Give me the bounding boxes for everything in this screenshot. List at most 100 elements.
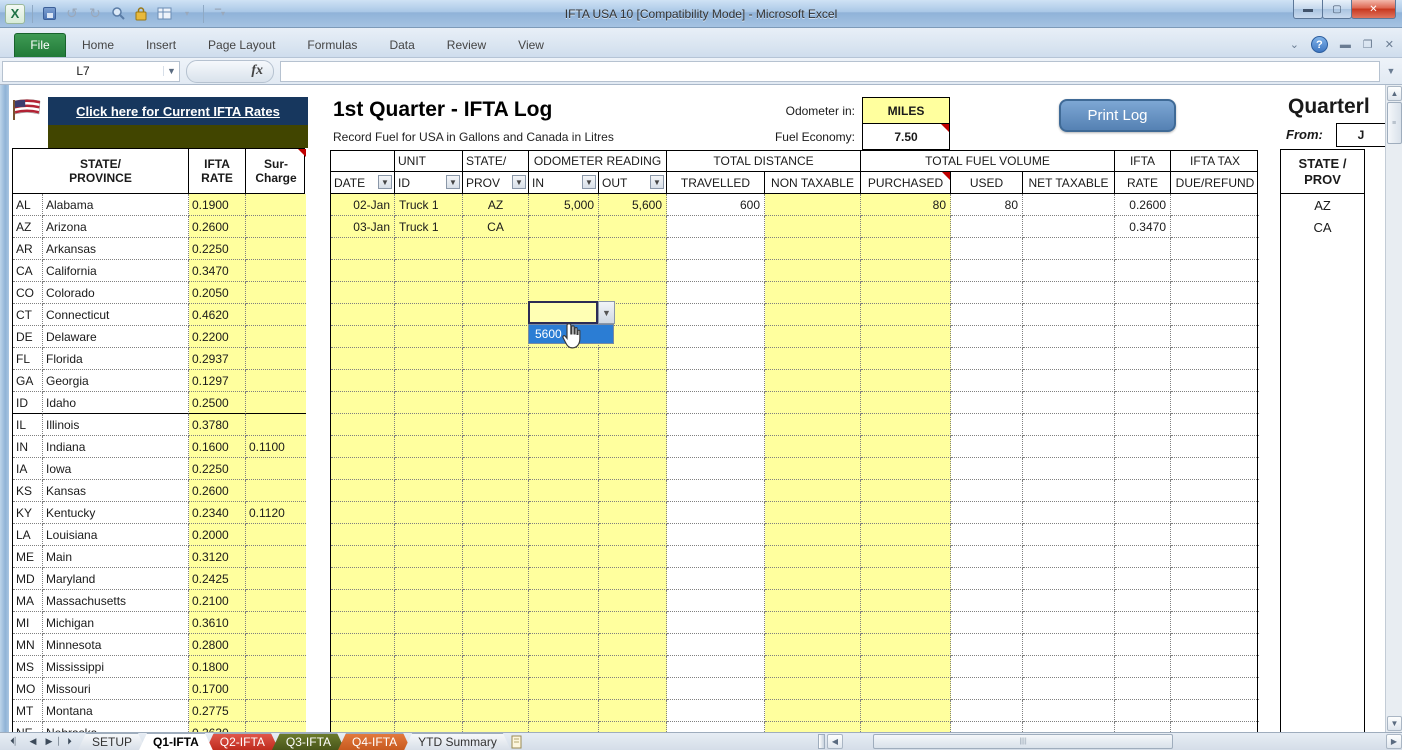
non-taxable-cell[interactable] [765,700,861,722]
insert-function-button[interactable]: fx [186,60,274,83]
help-icon[interactable]: ? [1311,36,1328,53]
table-row[interactable] [330,392,1258,414]
table-row[interactable] [330,700,1258,722]
rate-cell[interactable] [1115,524,1171,546]
surcharge-cell[interactable] [246,458,306,480]
odometer-in-cell[interactable] [529,238,599,260]
odometer-in-cell[interactable] [529,216,599,238]
unit-cell[interactable] [395,348,463,370]
state-code-cell[interactable]: CO [13,282,43,304]
date-cell[interactable] [331,568,395,590]
state-code-cell[interactable]: KS [13,480,43,502]
state-name-cell[interactable]: Minnesota [43,634,189,656]
filter-dropdown-icon[interactable]: ▼ [378,175,392,189]
tax-due-cell[interactable] [1171,194,1259,216]
travelled-cell[interactable] [667,524,765,546]
rate-cell[interactable]: 0.3780 [189,414,246,436]
unit-cell[interactable] [395,480,463,502]
state-name-cell[interactable]: Indiana [43,436,189,458]
fuel-economy-cell[interactable]: 7.50 [862,124,950,150]
odometer-out-cell[interactable] [599,370,667,392]
non-taxable-cell[interactable] [765,326,861,348]
unit-cell[interactable]: Truck 1 [395,216,463,238]
rate-cell[interactable]: 0.1297 [189,370,246,392]
odometer-in-cell[interactable] [529,722,599,732]
tax-due-cell[interactable] [1171,568,1259,590]
tab-split-handle[interactable] [818,734,825,749]
rate-cell[interactable]: 0.2800 [189,634,246,656]
odometer-out-cell[interactable] [599,700,667,722]
table-row[interactable]: DE Delaware 0.2200 [12,326,305,348]
purchased-cell[interactable] [861,348,951,370]
rate-cell[interactable] [1115,568,1171,590]
state-name-cell[interactable]: Georgia [43,370,189,392]
odometer-in-cell[interactable] [529,678,599,700]
table-row[interactable] [330,634,1258,656]
table-row[interactable] [330,348,1258,370]
unit-cell[interactable] [395,458,463,480]
rate-cell[interactable]: 0.2600 [189,480,246,502]
scroll-up-icon[interactable]: ▲ [1387,86,1402,101]
used-cell[interactable] [951,568,1023,590]
filter-dropdown-icon[interactable]: ▼ [446,175,460,189]
state-name-cell[interactable]: Colorado [43,282,189,304]
net-taxable-cell[interactable] [1023,348,1115,370]
rate-cell[interactable]: 0.2200 [189,326,246,348]
state-cell[interactable] [463,546,529,568]
state-cell[interactable] [463,502,529,524]
rate-cell[interactable]: 0.2775 [189,700,246,722]
state-name-cell[interactable]: Main [43,546,189,568]
table-row[interactable]: GA Georgia 0.1297 [12,370,305,392]
purchased-cell[interactable] [861,370,951,392]
used-cell[interactable] [951,348,1023,370]
used-cell[interactable] [951,700,1023,722]
net-taxable-cell[interactable] [1023,238,1115,260]
unit-cell[interactable] [395,502,463,524]
state-cell[interactable] [463,238,529,260]
unit-cell[interactable] [395,282,463,304]
date-cell[interactable] [331,502,395,524]
rate-cell[interactable] [1115,260,1171,282]
odometer-out-cell[interactable] [599,546,667,568]
purchased-cell[interactable] [861,392,951,414]
vertical-scrollbar[interactable]: ▲ ≡ ▼ [1385,85,1402,732]
customize-qat-icon[interactable]: ▔▾ [211,5,229,23]
tax-due-cell[interactable] [1171,304,1259,326]
state-name-cell[interactable]: Maryland [43,568,189,590]
non-taxable-cell[interactable] [765,194,861,216]
table-row[interactable] [330,502,1258,524]
tax-due-cell[interactable] [1171,634,1259,656]
used-cell[interactable] [951,238,1023,260]
table-row[interactable]: FL Florida 0.2937 [12,348,305,370]
surcharge-cell[interactable] [246,546,306,568]
travelled-cell[interactable] [667,612,765,634]
state-name-cell[interactable]: Idaho [43,392,189,414]
state-name-cell[interactable]: Kansas [43,480,189,502]
rate-cell[interactable] [1115,414,1171,436]
surcharge-cell[interactable] [246,480,306,502]
surcharge-cell[interactable]: 0.1100 [246,436,306,458]
used-cell[interactable] [951,612,1023,634]
date-cell[interactable] [331,634,395,656]
table-row[interactable] [330,722,1258,732]
date-cell[interactable] [331,370,395,392]
net-taxable-cell[interactable] [1023,370,1115,392]
non-taxable-cell[interactable] [765,458,861,480]
rate-cell[interactable]: 0.2600 [189,216,246,238]
state-name-cell[interactable]: Florida [43,348,189,370]
travelled-cell[interactable]: 600 [667,194,765,216]
purchased-cell[interactable] [861,436,951,458]
used-cell[interactable] [951,458,1023,480]
state-code-cell[interactable]: NE [13,722,43,732]
state-cell[interactable] [463,480,529,502]
from-value-cell[interactable]: J [1336,123,1386,147]
date-cell[interactable]: 02-Jan [331,194,395,216]
state-name-cell[interactable]: Montana [43,700,189,722]
table-row[interactable]: MN Minnesota 0.2800 [12,634,305,656]
rate-cell[interactable] [1115,612,1171,634]
odometer-out-cell[interactable] [599,656,667,678]
state-cell[interactable] [463,282,529,304]
used-cell[interactable] [951,678,1023,700]
odometer-in-cell[interactable]: 5,000 [529,194,599,216]
travelled-cell[interactable] [667,502,765,524]
